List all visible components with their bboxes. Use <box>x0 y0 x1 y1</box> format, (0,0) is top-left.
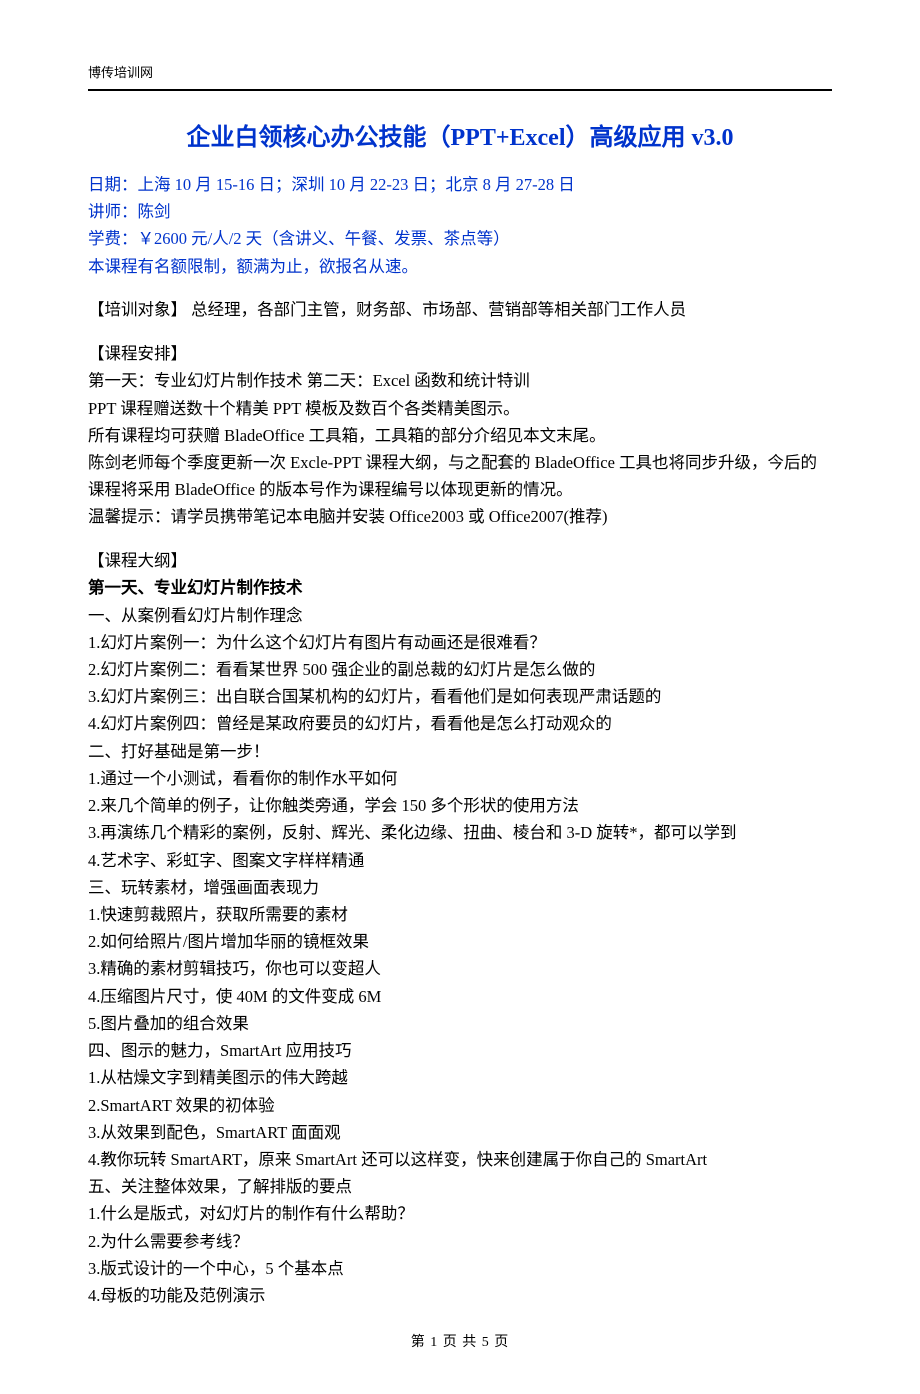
schedule-label: 【课程安排】 <box>88 340 832 367</box>
outline-item: 3.精确的素材剪辑技巧，你也可以变超人 <box>88 955 832 982</box>
outline-item: 1.幻灯片案例一：为什么这个幻灯片有图片有动画还是很难看？ <box>88 629 832 656</box>
footer-mid: 页 共 <box>443 1335 478 1350</box>
day1-title: 第一天、专业幻灯片制作技术 <box>88 574 832 601</box>
footer-right: 页 <box>494 1335 509 1350</box>
outline-item: 2.如何给照片/图片增加华丽的镜框效果 <box>88 928 832 955</box>
outline-item: 2.幻灯片案例二：看看某世界 500 强企业的副总裁的幻灯片是怎么做的 <box>88 656 832 683</box>
schedule-line: 所有课程均可获赠 BladeOffice 工具箱，工具箱的部分介绍见本文末尾。 <box>88 422 832 449</box>
outline-item: 4.压缩图片尺寸，使 40M 的文件变成 6M <box>88 983 832 1010</box>
outline-item: 4.艺术字、彩虹字、图案文字样样精通 <box>88 847 832 874</box>
outline-item: 1.从枯燥文字到精美图示的伟大跨越 <box>88 1064 832 1091</box>
footer-cur: 1 <box>430 1335 438 1350</box>
section-heading: 五、关注整体效果，了解排版的要点 <box>88 1173 832 1200</box>
outline-item: 1.快速剪裁照片，获取所需要的素材 <box>88 901 832 928</box>
audience-label: 【培训对象】 <box>88 300 187 319</box>
footer-left: 第 <box>411 1335 426 1350</box>
meta-date: 日期：上海 10 月 15-16 日；深圳 10 月 22-23 日；北京 8 … <box>88 171 832 198</box>
outline-item: 2.SmartART 效果的初体验 <box>88 1092 832 1119</box>
outline-item: 5.图片叠加的组合效果 <box>88 1010 832 1037</box>
section-heading: 三、玩转素材，增强画面表现力 <box>88 874 832 901</box>
footer-total: 5 <box>482 1335 490 1350</box>
section-heading: 一、从案例看幻灯片制作理念 <box>88 602 832 629</box>
schedule-line: 温馨提示：请学员携带笔记本电脑并安装 Office2003 或 Office20… <box>88 503 832 530</box>
audience-text: 总经理，各部门主管，财务部、市场部、营销部等相关部门工作人员 <box>187 300 686 319</box>
section-heading: 二、打好基础是第一步！ <box>88 738 832 765</box>
meta-block: 日期：上海 10 月 15-16 日；深圳 10 月 22-23 日；北京 8 … <box>88 171 832 280</box>
outline-item: 4.教你玩转 SmartART，原来 SmartArt 还可以这样变，快来创建属… <box>88 1146 832 1173</box>
outline-item: 3.幻灯片案例三：出自联合国某机构的幻灯片，看看他们是如何表现严肃话题的 <box>88 683 832 710</box>
section-heading: 四、图示的魅力，SmartArt 应用技巧 <box>88 1037 832 1064</box>
meta-lecturer: 讲师：陈剑 <box>88 198 832 225</box>
doc-title: 企业白领核心办公技能（PPT+Excel）高级应用 v3.0 <box>88 119 832 159</box>
page-footer: 第 1 页 共 5 页 <box>88 1331 832 1354</box>
outline-item: 4.母板的功能及范例演示 <box>88 1282 832 1309</box>
schedule-line: 第一天：专业幻灯片制作技术 第二天：Excel 函数和统计特训 <box>88 367 832 394</box>
schedule-line: 陈剑老师每个季度更新一次 Excle-PPT 课程大纲，与之配套的 BladeO… <box>88 449 832 503</box>
outline-label: 【课程大纲】 <box>88 547 832 574</box>
audience-line: 【培训对象】 总经理，各部门主管，财务部、市场部、营销部等相关部门工作人员 <box>88 296 832 323</box>
site-header: 博传培训网 <box>88 62 832 91</box>
meta-fee: 学费：￥2600 元/人/2 天（含讲义、午餐、发票、茶点等） <box>88 225 832 252</box>
outline-item: 2.来几个简单的例子，让你触类旁通，学会 150 多个形状的使用方法 <box>88 792 832 819</box>
outline-item: 2.为什么需要参考线？ <box>88 1228 832 1255</box>
meta-quota: 本课程有名额限制，额满为止，欲报名从速。 <box>88 253 832 280</box>
outline-item: 4.幻灯片案例四：曾经是某政府要员的幻灯片，看看他是怎么打动观众的 <box>88 710 832 737</box>
outline-item: 3.从效果到配色，SmartART 面面观 <box>88 1119 832 1146</box>
outline-item: 1.通过一个小测试，看看你的制作水平如何 <box>88 765 832 792</box>
outline-item: 3.版式设计的一个中心，5 个基本点 <box>88 1255 832 1282</box>
document-page: 博传培训网 企业白领核心办公技能（PPT+Excel）高级应用 v3.0 日期：… <box>0 0 920 1394</box>
outline-item: 3.再演练几个精彩的案例，反射、辉光、柔化边缘、扭曲、棱台和 3-D 旋转*，都… <box>88 819 832 846</box>
outline-item: 1.什么是版式，对幻灯片的制作有什么帮助？ <box>88 1200 832 1227</box>
schedule-line: PPT 课程赠送数十个精美 PPT 模板及数百个各类精美图示。 <box>88 395 832 422</box>
